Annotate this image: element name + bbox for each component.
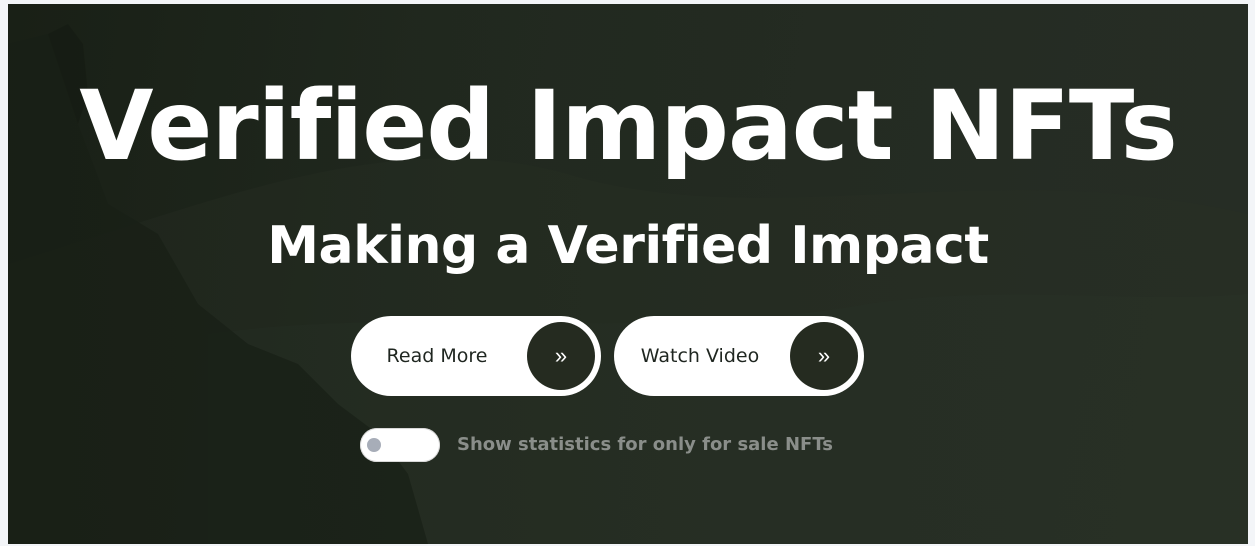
for-sale-only-toggle-label: Show statistics for only for sale NFTs — [457, 434, 833, 455]
hero-subtitle: Making a Verified Impact — [267, 216, 989, 276]
read-more-button[interactable]: Read More » — [351, 316, 601, 396]
double-chevron-right-icon: » — [790, 322, 858, 390]
double-chevron-right-icon: » — [527, 322, 595, 390]
watch-video-button[interactable]: Watch Video » — [614, 316, 864, 396]
hero-title: Verified Impact NFTs — [79, 70, 1178, 182]
toggle-knob — [367, 438, 381, 452]
for-sale-only-toggle[interactable] — [360, 428, 440, 462]
hero-banner: Verified Impact NFTs Making a Verified I… — [8, 4, 1248, 544]
watch-video-label: Watch Video — [640, 345, 760, 367]
read-more-label: Read More — [386, 345, 488, 367]
